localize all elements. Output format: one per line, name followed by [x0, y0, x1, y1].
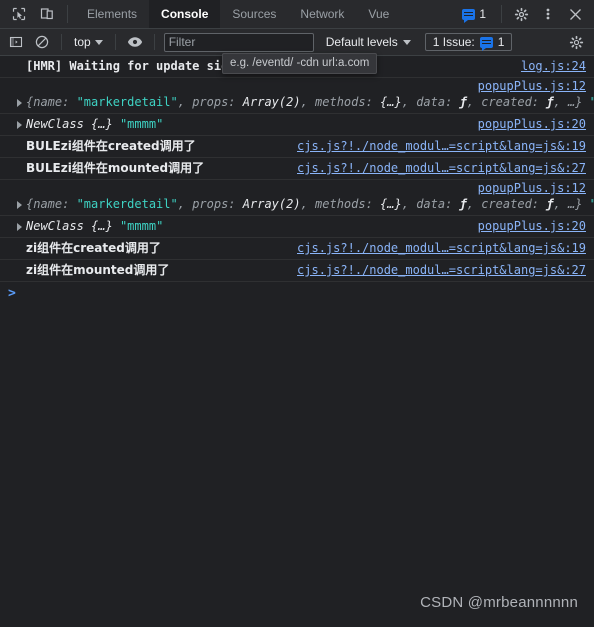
issues-badge-count: 1 — [497, 35, 505, 49]
console-message[interactable]: popupPlus.js:12 {name: "markerdetail", pr… — [0, 180, 594, 216]
panel-tabs: Elements Console Sources Network Vue — [75, 0, 457, 28]
message-text: {name: "markerdetail", props: Array(2), … — [26, 95, 594, 109]
message-text: zi组件在created调用了 — [26, 241, 161, 255]
gear-icon[interactable] — [508, 1, 534, 27]
message-text: BULEzi组件在mounted调用了 — [26, 161, 205, 175]
message-text: {name: "markerdetail", props: Array(2), … — [26, 197, 594, 211]
message-source-link[interactable]: popupPlus.js:12 — [468, 79, 586, 93]
expand-arrow[interactable] — [0, 196, 26, 209]
watermark: CSDN @mrbeannnnnn — [420, 594, 578, 611]
issues-badge[interactable]: 1 Issue: 1 — [424, 33, 513, 51]
console-message[interactable]: NewClass {…} "mmmm" popupPlus.js:20 — [0, 114, 594, 136]
message-source-link[interactable]: popupPlus.js:12 — [468, 181, 586, 195]
issues-badge-label: 1 Issue: — [432, 35, 475, 49]
tabbar-right-tools: 1 — [457, 0, 594, 28]
message-source-link[interactable]: cjs.js?!./node_modul…=script&lang=js&:19 — [287, 240, 586, 257]
console-message[interactable]: zi组件在created调用了 cjs.js?!./node_modul…=scr… — [0, 238, 594, 260]
console-message[interactable]: BULEzi组件在mounted调用了 cjs.js?!./node_modul…… — [0, 158, 594, 180]
chevron-down-icon — [94, 39, 103, 45]
execution-context-selector[interactable]: top — [69, 33, 108, 51]
message-source-link[interactable]: popupPlus.js:20 — [468, 218, 586, 235]
message-source-link[interactable]: cjs.js?!./node_modul…=script&lang=js&:27 — [287, 262, 586, 279]
disclosure-triangle-icon — [17, 121, 22, 129]
console-message[interactable]: BULEzi组件在created调用了 cjs.js?!./node_modul…… — [0, 136, 594, 158]
filterbar-divider-3 — [153, 34, 155, 50]
message-source-link[interactable]: log.js:24 — [511, 58, 586, 75]
filter-input[interactable] — [163, 32, 314, 52]
log-levels-label: Default levels — [325, 35, 398, 49]
console-settings-gear-icon[interactable] — [564, 31, 588, 53]
disclosure-triangle-icon — [17, 99, 22, 107]
tab-console-label: Console — [161, 7, 209, 21]
message-text: NewClass {…} "mmmm" — [26, 117, 164, 131]
tab-network-label: Network — [300, 7, 345, 21]
devtools-tabbar: Elements Console Sources Network Vue 1 — [0, 0, 594, 29]
tab-console[interactable]: Console — [149, 0, 221, 28]
console-messages[interactable]: [HMR] Waiting for update signal from WDS… — [0, 56, 594, 627]
issues-indicator[interactable]: 1 — [457, 5, 491, 23]
tab-network[interactable]: Network — [288, 0, 356, 28]
clear-console-icon[interactable] — [30, 31, 54, 53]
console-message[interactable]: NewClass {…} "mmmm" popupPlus.js:20 — [0, 216, 594, 238]
message-text: zi组件在mounted调用了 — [26, 263, 170, 277]
inspect-cursor-icon[interactable] — [6, 1, 32, 27]
issue-bubble-icon — [479, 36, 493, 51]
filterbar-divider-2 — [114, 34, 116, 50]
message-source-link[interactable]: cjs.js?!./node_modul…=script&lang=js&:19 — [287, 138, 586, 155]
tab-sources-label: Sources — [232, 7, 277, 21]
tabbar-left-tools — [0, 0, 75, 28]
filterbar-divider-1 — [61, 34, 62, 50]
issue-bubble-icon — [462, 8, 476, 23]
kebab-menu-icon[interactable] — [535, 1, 561, 27]
console-message[interactable]: popupPlus.js:12 {name: "markerdetail", pr… — [0, 78, 594, 114]
close-icon[interactable] — [562, 1, 588, 27]
live-expression-eye-icon[interactable] — [123, 31, 147, 53]
message-text: NewClass {…} "mmmm" — [26, 219, 164, 233]
expand-arrow[interactable] — [0, 116, 26, 129]
console-message-list: [HMR] Waiting for update signal from WDS… — [0, 56, 594, 282]
expand-arrow[interactable] — [0, 94, 26, 107]
console-prompt[interactable]: > — [0, 282, 594, 306]
message-source-link[interactable]: cjs.js?!./node_modul…=script&lang=js&:27 — [287, 160, 586, 177]
expand-arrow[interactable] — [0, 218, 26, 231]
device-toolbar-icon[interactable] — [34, 1, 60, 27]
tab-vue-label: Vue — [368, 7, 390, 21]
execution-context-label: top — [74, 35, 91, 49]
devtools-window: Elements Console Sources Network Vue 1 t… — [0, 0, 594, 627]
tab-sources[interactable]: Sources — [220, 0, 288, 28]
console-sidebar-icon[interactable] — [4, 31, 28, 53]
tab-vue[interactable]: Vue — [356, 0, 401, 28]
chevron-down-icon — [402, 39, 411, 45]
log-levels-selector[interactable]: Default levels — [322, 33, 415, 51]
message-text: BULEzi组件在created调用了 — [26, 139, 196, 153]
tab-elements-label: Elements — [87, 7, 138, 21]
message-source-link[interactable]: popupPlus.js:20 — [468, 116, 586, 133]
tabbar-right-divider — [501, 5, 502, 23]
console-filter-toolbar: top Default levels 1 Issue: 1 — [0, 29, 594, 74]
filter-hint-tooltip: e.g. /eventd/ -cdn url:a.com — [222, 53, 378, 74]
disclosure-triangle-icon — [17, 201, 22, 209]
tabbar-divider — [67, 5, 68, 23]
prompt-chevron-icon: > — [8, 286, 16, 301]
issues-indicator-count: 1 — [479, 7, 486, 21]
console-message[interactable]: zi组件在mounted调用了 cjs.js?!./node_modul…=scr… — [0, 260, 594, 282]
disclosure-triangle-icon — [17, 223, 22, 231]
tab-elements[interactable]: Elements — [75, 0, 149, 28]
